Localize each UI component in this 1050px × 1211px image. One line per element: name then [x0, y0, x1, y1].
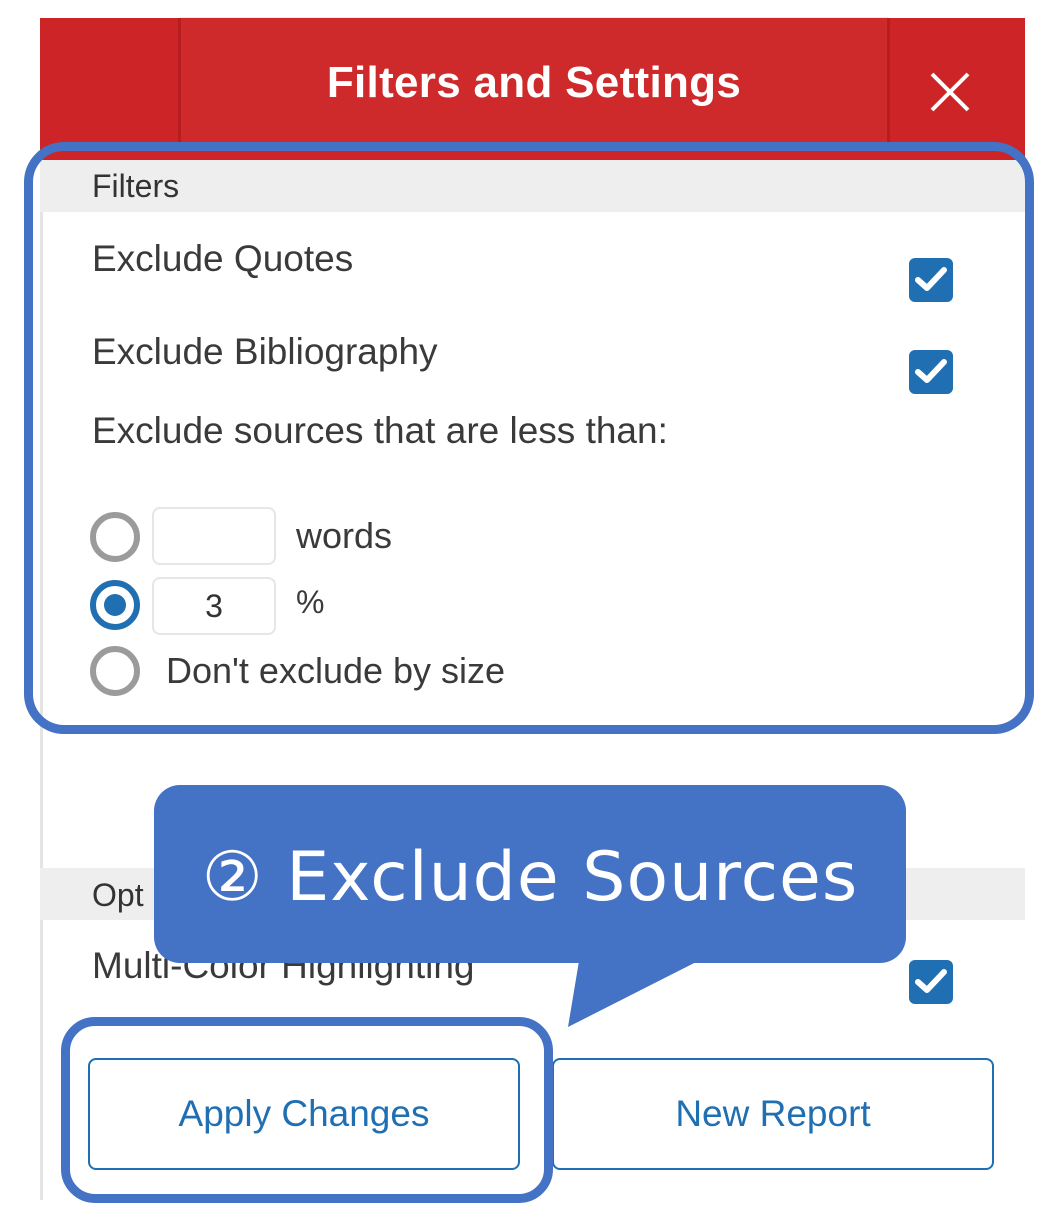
multi-color-checkbox[interactable]	[909, 960, 953, 1004]
percent-unit-label: %	[296, 584, 325, 620]
words-unit-label: words	[296, 515, 393, 556]
exclude-quotes-checkbox[interactable]	[909, 258, 953, 302]
exclude-bibliography-checkbox[interactable]	[909, 350, 953, 394]
exclude-bibliography-label: Exclude Bibliography	[92, 331, 438, 372]
apply-changes-button[interactable]: Apply Changes	[88, 1058, 520, 1170]
size-exclusion-prompt: Exclude sources that are less than:	[92, 410, 668, 451]
panel-left-border	[40, 150, 43, 1200]
radio-percent[interactable]	[90, 580, 140, 630]
dont-exclude-label: Don't exclude by size	[166, 650, 506, 691]
options-section-label: Opt	[92, 877, 144, 913]
radio-words[interactable]	[90, 512, 140, 562]
close-icon	[930, 72, 970, 112]
new-report-button[interactable]: New Report	[552, 1058, 994, 1170]
radio-dont-exclude[interactable]	[90, 646, 140, 696]
panel-title: Filters and Settings	[326, 58, 742, 107]
words-input[interactable]	[152, 507, 276, 565]
filters-section-header	[40, 160, 1025, 212]
checkmark-icon	[915, 359, 947, 383]
callout-text: ② Exclude Sources	[201, 838, 859, 917]
exclude-quotes-label: Exclude Quotes	[92, 238, 354, 279]
percent-input[interactable]	[152, 577, 276, 635]
callout-pointer	[568, 955, 710, 1027]
close-button[interactable]	[920, 62, 1000, 142]
filters-section-label: Filters	[92, 168, 180, 204]
checkmark-icon	[915, 969, 947, 993]
checkmark-icon	[915, 267, 947, 291]
